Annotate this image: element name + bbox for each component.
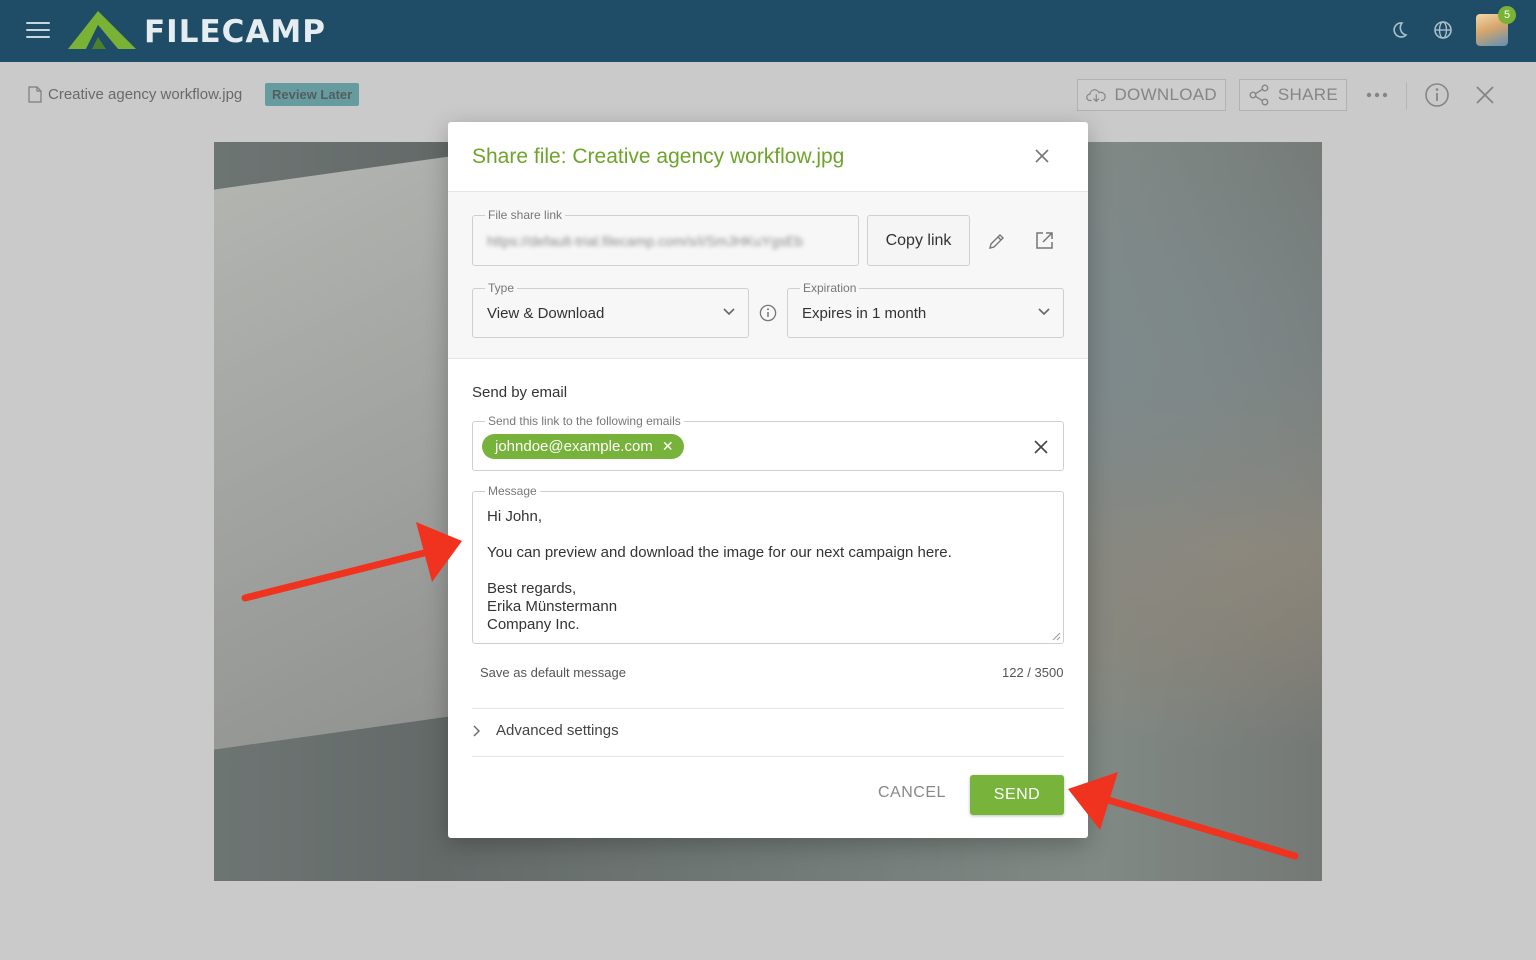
dialog-title: Share file: Creative agency workflow.jpg — [472, 145, 845, 168]
brand-name: FILECAMP — [144, 13, 326, 50]
external-link-icon[interactable] — [1035, 231, 1054, 255]
filecamp-logo-mark — [68, 11, 136, 49]
recipient-email: johndoe@example.com — [495, 438, 653, 455]
dialog-close-icon[interactable] — [1034, 148, 1050, 169]
share-dialog: Share file: Creative agency workflow.jpg… — [448, 122, 1088, 838]
message-line: Company Inc. — [487, 616, 580, 633]
char-counter: 122 / 3500 — [1002, 665, 1064, 680]
expiration-value: Expires in 1 month — [802, 305, 927, 322]
message-line: You can preview and download the image f… — [487, 544, 952, 561]
share-link-url: https://default-trial.filecamp.com/s/i/S… — [487, 233, 803, 249]
chevron-down-icon — [723, 308, 735, 316]
chevron-right-icon — [473, 725, 480, 736]
pencil-icon[interactable] — [988, 232, 1006, 255]
logo[interactable]: FILECAMP — [68, 9, 326, 51]
recipient-chip: johndoe@example.com ✕ — [482, 434, 684, 459]
share-link-legend: File share link — [485, 208, 566, 222]
message-line: Hi John, — [487, 508, 543, 525]
advanced-settings-label: Advanced settings — [496, 722, 619, 739]
clear-recipients-icon[interactable] — [1034, 440, 1048, 459]
resize-handle-icon[interactable] — [1052, 632, 1061, 641]
send-by-email-heading: Send by email — [472, 384, 568, 401]
top-bar: FILECAMP 5 — [0, 0, 1536, 62]
copy-link-button[interactable]: Copy link — [867, 215, 970, 266]
message-legend: Message — [485, 484, 540, 498]
type-info-icon[interactable] — [759, 304, 777, 327]
expiration-select[interactable]: Expiration Expires in 1 month — [787, 281, 1064, 338]
remove-recipient-icon[interactable]: ✕ — [662, 438, 674, 455]
divider — [472, 756, 1064, 757]
moon-icon[interactable] — [1388, 19, 1410, 41]
type-select[interactable]: Type View & Download — [472, 281, 749, 338]
advanced-settings-toggle[interactable]: Advanced settings — [472, 722, 619, 739]
divider — [472, 708, 1064, 709]
message-line: Best regards, — [487, 580, 577, 597]
message-textarea[interactable]: Message Hi John, You can preview and dow… — [472, 484, 1064, 644]
cancel-button[interactable]: CANCEL — [878, 784, 946, 802]
globe-icon[interactable] — [1432, 19, 1454, 41]
divider — [448, 358, 1088, 359]
share-link-field[interactable]: File share link https://default-trial.fi… — [472, 208, 859, 266]
save-default-message-link[interactable]: Save as default message — [480, 665, 626, 680]
recipients-input[interactable]: Send this link to the following emails j… — [472, 414, 1064, 471]
send-button[interactable]: SEND — [970, 775, 1064, 815]
notification-badge: 5 — [1498, 6, 1516, 24]
expiration-legend: Expiration — [800, 281, 860, 295]
type-value: View & Download — [487, 305, 605, 322]
chevron-down-icon — [1038, 308, 1050, 316]
avatar[interactable]: 5 — [1476, 6, 1516, 46]
menu-icon[interactable] — [26, 22, 50, 40]
message-line: Erika Münstermann — [487, 598, 618, 615]
recipients-legend: Send this link to the following emails — [485, 414, 684, 428]
type-legend: Type — [485, 281, 518, 295]
